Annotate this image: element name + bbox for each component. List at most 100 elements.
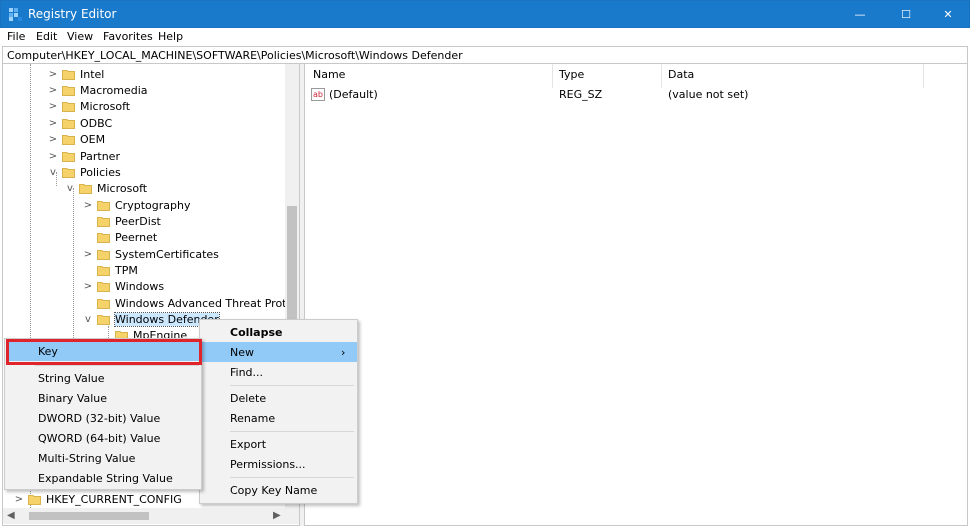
address-bar[interactable]: Computer\HKEY_LOCAL_MACHINE\SOFTWARE\Pol…: [2, 46, 968, 64]
highlight-callout-box: [6, 339, 202, 365]
tree-item[interactable]: v Microsoft: [64, 180, 147, 196]
menu-separator: [230, 385, 354, 386]
submenu-item-multi-string-value[interactable]: Multi-String Value: [5, 448, 201, 468]
collapse-icon[interactable]: v: [82, 313, 94, 325]
folder-icon: [62, 84, 75, 96]
registry-editor-icon: [9, 8, 22, 21]
context-menu: Collapse New › Find... Delete Rename Expo…: [199, 319, 358, 504]
column-divider[interactable]: [661, 64, 662, 88]
collapse-icon[interactable]: v: [64, 182, 76, 194]
string-value-icon: ab: [311, 88, 325, 101]
expand-icon[interactable]: >: [82, 248, 94, 260]
column-type[interactable]: Type: [559, 68, 584, 81]
menu-edit[interactable]: Edit: [36, 30, 57, 43]
menu-bar: File Edit View Favorites Help: [0, 28, 970, 46]
close-button[interactable]: ✕: [925, 1, 970, 28]
value-data: (value not set): [668, 88, 749, 101]
scroll-left-icon[interactable]: ◀: [7, 510, 15, 521]
folder-icon: [62, 68, 75, 80]
tree-item[interactable]: > Windows: [82, 278, 164, 294]
folder-icon: [97, 297, 110, 309]
column-name[interactable]: Name: [313, 68, 345, 81]
tree-item[interactable]: > ODBC: [47, 115, 112, 131]
tree-item[interactable]: > Partner: [47, 148, 120, 164]
tree-guide: [73, 188, 74, 338]
menu-item-export[interactable]: Export: [200, 434, 357, 454]
tree-item[interactable]: PeerDist: [82, 213, 161, 229]
tree-item[interactable]: Peernet: [82, 229, 157, 245]
expand-icon[interactable]: >: [47, 117, 59, 129]
folder-icon: [97, 264, 110, 276]
scrollbar-thumb[interactable]: [29, 512, 149, 520]
tree-item[interactable]: > SystemCertificates: [82, 246, 219, 262]
close-icon: ✕: [943, 8, 953, 21]
column-divider[interactable]: [552, 64, 553, 88]
menu-item-new[interactable]: New ›: [200, 342, 357, 362]
maximize-button[interactable]: ☐: [883, 1, 929, 28]
window-title: Registry Editor: [28, 7, 117, 21]
menu-favorites[interactable]: Favorites: [103, 30, 153, 43]
scroll-right-icon[interactable]: ▶: [273, 510, 281, 521]
tree-item[interactable]: > OEM: [47, 131, 105, 147]
folder-icon: [97, 248, 110, 260]
maximize-icon: ☐: [901, 8, 911, 21]
tree-item[interactable]: v Policies: [47, 164, 121, 180]
folder-icon: [97, 231, 110, 243]
folder-icon: [97, 280, 110, 292]
menu-file[interactable]: File: [7, 30, 25, 43]
tree-item[interactable]: > Microsoft: [47, 98, 130, 114]
expand-icon[interactable]: >: [13, 493, 25, 505]
tree-item[interactable]: > Cryptography: [82, 197, 191, 213]
menu-item-collapse[interactable]: Collapse: [200, 322, 357, 342]
tree-item[interactable]: > HKEY_CURRENT_CONFIG: [13, 491, 182, 507]
menu-separator: [35, 365, 199, 366]
minimize-button[interactable]: —: [837, 1, 883, 28]
folder-icon: [62, 117, 75, 129]
menu-item-find[interactable]: Find...: [200, 362, 357, 382]
tree-item[interactable]: > Intel: [47, 66, 105, 82]
expand-icon[interactable]: >: [47, 150, 59, 162]
submenu-item-binary-value[interactable]: Binary Value: [5, 388, 201, 408]
expand-icon[interactable]: >: [47, 84, 59, 96]
menu-item-permissions[interactable]: Permissions...: [200, 454, 357, 474]
folder-icon: [62, 100, 75, 112]
menu-separator: [230, 431, 354, 432]
expand-icon[interactable]: >: [82, 280, 94, 292]
tree-item[interactable]: Windows Advanced Threat Protecti: [82, 295, 299, 311]
expand-icon[interactable]: >: [47, 133, 59, 145]
folder-icon: [97, 199, 110, 211]
menu-item-copy-key-name[interactable]: Copy Key Name: [200, 480, 357, 500]
expand-icon[interactable]: >: [82, 199, 94, 211]
menu-item-rename[interactable]: Rename: [200, 408, 357, 428]
folder-icon: [62, 150, 75, 162]
collapse-icon[interactable]: v: [47, 166, 59, 178]
column-divider[interactable]: [923, 64, 924, 88]
expand-icon[interactable]: >: [47, 100, 59, 112]
folder-icon: [97, 215, 110, 227]
menu-item-delete[interactable]: Delete: [200, 388, 357, 408]
scrollbar-thumb[interactable]: [287, 206, 297, 326]
value-name[interactable]: (Default): [329, 88, 378, 101]
tree-horizontal-scrollbar[interactable]: ◀ ▶: [3, 508, 299, 524]
title-bar: Registry Editor — ☐ ✕: [0, 0, 970, 28]
submenu-item-string-value[interactable]: String Value: [5, 368, 201, 388]
expand-icon[interactable]: >: [47, 68, 59, 80]
address-path: Computer\HKEY_LOCAL_MACHINE\SOFTWARE\Pol…: [7, 49, 463, 62]
values-pane[interactable]: Name Type Data ab (Default) REG_SZ (valu…: [304, 64, 968, 526]
submenu-item-qword-value[interactable]: QWORD (64-bit) Value: [5, 428, 201, 448]
submenu-item-dword-value[interactable]: DWORD (32-bit) Value: [5, 408, 201, 428]
menu-separator: [230, 477, 354, 478]
tree-item[interactable]: > Macromedia: [47, 82, 148, 98]
minimize-icon: —: [854, 8, 866, 21]
submenu-arrow-icon: ›: [341, 345, 346, 359]
folder-icon: [97, 313, 110, 325]
menu-help[interactable]: Help: [158, 30, 183, 43]
folder-icon: [62, 166, 75, 178]
tree-item[interactable]: TPM: [82, 262, 138, 278]
menu-view[interactable]: View: [67, 30, 93, 43]
value-type: REG_SZ: [559, 88, 603, 101]
column-data[interactable]: Data: [668, 68, 694, 81]
folder-icon: [79, 182, 92, 194]
folder-icon: [28, 493, 41, 505]
submenu-item-expandable-string-value[interactable]: Expandable String Value: [5, 468, 201, 488]
